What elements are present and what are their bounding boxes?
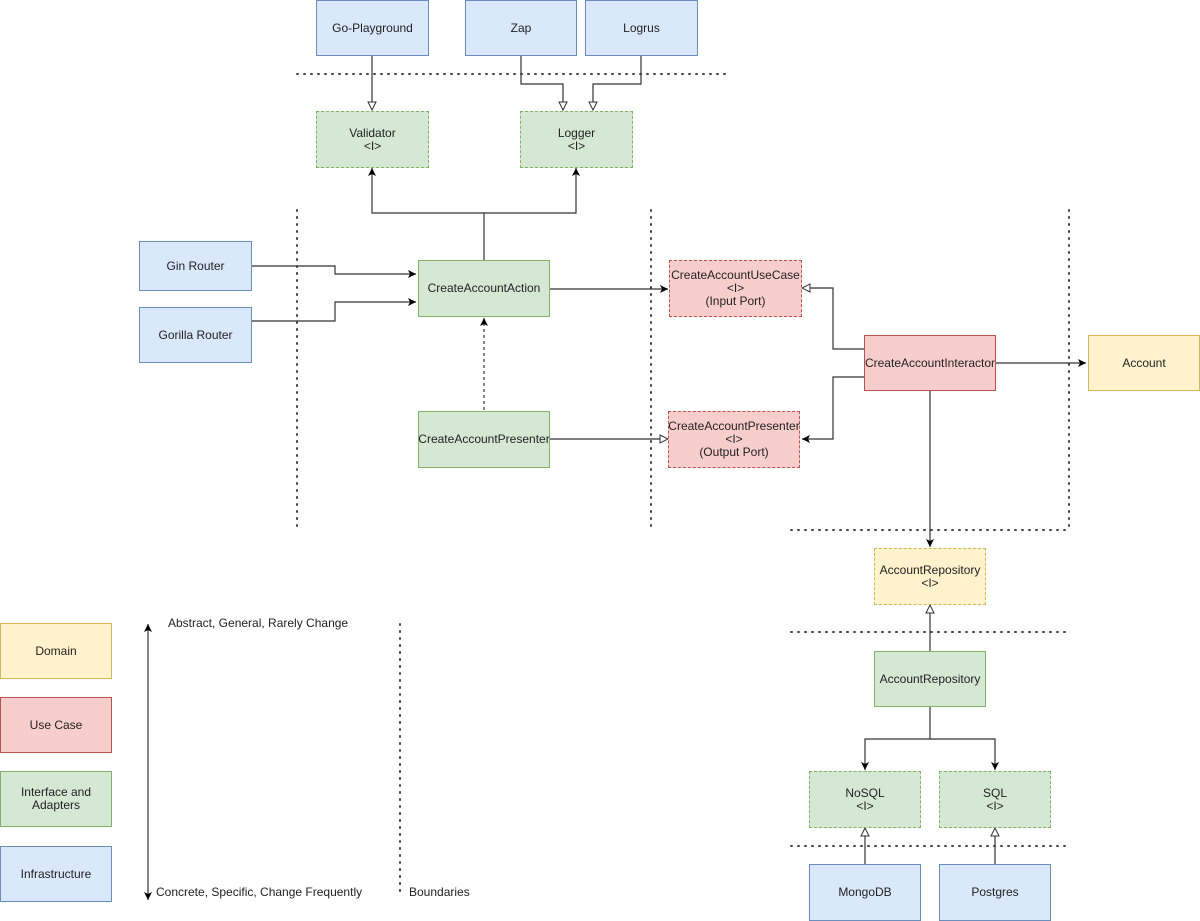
node-gorilla-router[interactable]: Gorilla Router <box>139 307 252 363</box>
legend-boundaries-label: Boundaries <box>409 885 470 899</box>
node-postgres[interactable]: Postgres <box>939 864 1051 921</box>
edge-action-validator <box>368 168 485 260</box>
edge-gin-action <box>252 265 416 278</box>
edge-repo-sql <box>930 738 999 770</box>
node-go-playground[interactable]: Go-Playground <box>316 0 429 56</box>
node-sql-interface[interactable]: SQL <I> <box>939 771 1051 828</box>
node-create-account-action[interactable]: CreateAccountAction <box>418 260 550 317</box>
legend-use-case: Use Case <box>0 697 112 753</box>
node-logrus[interactable]: Logrus <box>585 0 698 56</box>
node-create-account-usecase-port[interactable]: CreateAccountUseCase <I> (Input Port) <box>669 260 802 317</box>
node-nosql-interface[interactable]: NoSQL <I> <box>809 771 921 828</box>
edge-repo-nosql <box>861 707 931 770</box>
legend-domain: Domain <box>0 623 112 679</box>
edge-gorilla-action <box>252 298 416 322</box>
node-create-account-presenter-port[interactable]: CreateAccountPresenter <I> (Output Port) <box>668 411 800 468</box>
edge-action-logger <box>484 168 580 214</box>
node-account[interactable]: Account <box>1088 335 1200 391</box>
node-account-repository[interactable]: AccountRepository <box>874 651 986 707</box>
edge-interactor-usecase <box>802 288 864 350</box>
legend-infrastructure: Infrastructure <box>0 846 112 902</box>
edge-logrus-logger <box>593 56 642 110</box>
node-logger-interface[interactable]: Logger <I> <box>520 111 633 168</box>
legend-bottom-label: Concrete, Specific, Change Frequently <box>156 885 363 899</box>
legend-interface-adapters: Interface and Adapters <box>0 771 112 827</box>
node-gin-router[interactable]: Gin Router <box>139 241 252 291</box>
edge-interactor-outputport <box>802 376 864 443</box>
edge-zap-logger <box>520 56 563 110</box>
node-validator-interface[interactable]: Validator <I> <box>316 111 429 168</box>
node-zap[interactable]: Zap <box>465 0 577 56</box>
node-create-account-presenter[interactable]: CreateAccountPresenter <box>418 411 550 468</box>
node-account-repository-interface[interactable]: AccountRepository <I> <box>874 548 986 605</box>
legend-top-label: Abstract, General, Rarely Change <box>168 616 349 630</box>
node-create-account-interactor[interactable]: CreateAccountInteractor <box>864 335 996 391</box>
node-mongodb[interactable]: MongoDB <box>809 864 921 921</box>
